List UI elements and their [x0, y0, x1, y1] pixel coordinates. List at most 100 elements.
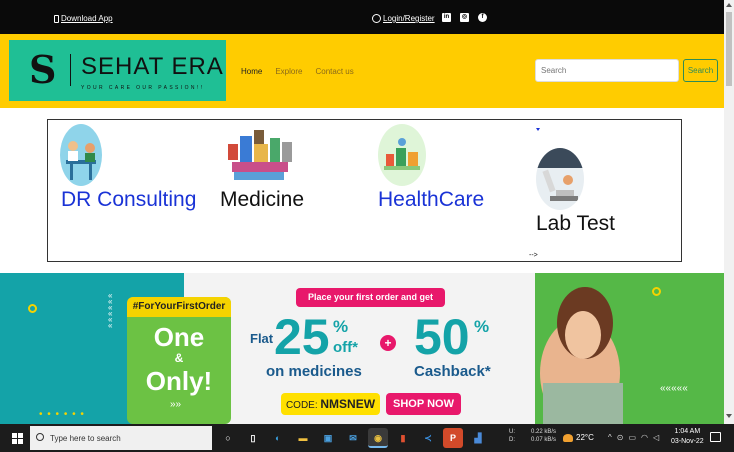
wifi-icon[interactable]: ◠ — [641, 433, 648, 442]
microscope-icon[interactable] — [536, 148, 584, 210]
network-speeds: 0.22 kB/s 0.07 kB/s — [531, 428, 556, 444]
scroll-up-arrow-icon[interactable] — [726, 3, 732, 7]
brand-tagline: YOUR CARE OUR PASSION!! — [81, 85, 205, 91]
doctor-consulting-icon[interactable] — [60, 124, 102, 186]
login-register-link[interactable]: Login/Register — [372, 14, 435, 23]
upload-label: U: — [509, 429, 515, 435]
promo-banner[interactable]: «««««« • • • • • • ««««« #ForYourFirstOr… — [0, 273, 724, 424]
taskbar-search[interactable]: Type here to search — [30, 426, 212, 450]
place-order-badge: Place your first order and get — [296, 288, 445, 307]
ring-decoration-icon — [652, 287, 661, 296]
photos-icon[interactable]: ▟ — [468, 428, 488, 448]
cashback-50: 50 — [414, 309, 470, 365]
services-panel: DR Consulting Medicine HealthCare Lab Te… — [47, 119, 682, 262]
windows-start-icon[interactable] — [12, 433, 23, 444]
chevron-right-icon: »» — [170, 399, 182, 410]
mail-icon[interactable]: ✉ — [343, 428, 363, 448]
nav-contact-us[interactable]: Contact us — [315, 67, 353, 76]
search-input[interactable] — [535, 59, 679, 82]
upload-speed: 0.22 kB/s — [531, 429, 557, 435]
chrome-icon[interactable]: ◉ — [368, 428, 388, 448]
chevron-up-icon[interactable]: ^ — [608, 433, 612, 442]
percent-sign: % — [333, 317, 349, 336]
dots-decoration-icon: • • • • • • — [39, 409, 85, 420]
temperature: 22°C — [576, 433, 594, 442]
top-bar: Download App Login/Register in ◎ f — [0, 0, 724, 34]
plus-icon: + — [380, 335, 396, 351]
ampersand-text: & — [174, 351, 184, 365]
discount-25: 25 — [274, 309, 330, 365]
brand-name: SEHAT ERA — [81, 53, 224, 80]
logo-monogram: S — [29, 47, 57, 92]
powerpoint-icon[interactable]: P — [443, 428, 463, 448]
service-lab-test[interactable]: Lab Test — [536, 212, 615, 236]
social-links: in ◎ f — [442, 13, 487, 22]
cashback-text: Cashback* — [414, 363, 491, 380]
stray-comment-text: --> — [529, 252, 538, 259]
navbar: S SEHAT ERA YOUR CARE OUR PASSION!! Home… — [0, 34, 724, 108]
off-text: off* — [333, 339, 358, 356]
scroll-down-arrow-icon[interactable] — [726, 414, 732, 418]
only-text: Only! — [145, 366, 213, 396]
download-app-link[interactable]: Download App — [54, 14, 113, 23]
percent-sign: % — [474, 317, 490, 336]
logo-divider — [70, 54, 71, 86]
one-text: One — [153, 322, 205, 352]
windows-taskbar: Type here to search ○ ▯ ◐ ▬ ▣ ✉ ◉ ▮ ≺ P … — [0, 424, 734, 452]
nav-menu: Home Explore Contact us — [241, 67, 354, 76]
clock-time: 1:04 AM — [674, 428, 701, 435]
carousel-indicator-icon — [536, 128, 540, 131]
phone-icon — [54, 14, 59, 23]
service-medicine[interactable]: Medicine — [220, 188, 304, 212]
download-app-label: Download App — [61, 14, 113, 23]
battery-icon[interactable]: ▭ — [628, 433, 636, 442]
nav-home[interactable]: Home — [241, 67, 262, 76]
search-button[interactable]: Search — [683, 59, 718, 82]
pen-icon[interactable]: ⊙ — [617, 433, 624, 442]
cortana-icon[interactable]: ○ — [218, 428, 238, 448]
search-icon — [36, 433, 44, 441]
scroll-thumb[interactable] — [726, 12, 732, 86]
weather-widget[interactable]: 22°C — [563, 433, 594, 442]
taskbar-apps: ○ ▯ ◐ ▬ ▣ ✉ ◉ ▮ ≺ P ▟ — [218, 428, 488, 448]
service-healthcare[interactable]: HealthCare — [378, 188, 484, 212]
instagram-icon[interactable]: ◎ — [460, 13, 469, 22]
nav-explore[interactable]: Explore — [275, 67, 302, 76]
login-register-label: Login/Register — [383, 14, 435, 23]
chevrons-left-icon: ««««« — [660, 383, 688, 394]
weather-icon — [563, 433, 573, 442]
notification-icon[interactable] — [710, 432, 721, 442]
task-view-icon[interactable]: ▯ — [243, 428, 263, 448]
healthcare-icon[interactable] — [378, 124, 426, 186]
flat-text: Flat — [250, 331, 274, 346]
code-label: CODE: — [285, 400, 318, 411]
banner-green-panel — [535, 273, 724, 424]
facebook-icon[interactable]: f — [478, 13, 487, 22]
code-value: NMSNEW — [320, 397, 376, 411]
clock-date: 03-Nov-22 — [671, 438, 704, 445]
service-dr-consulting[interactable]: DR Consulting — [61, 188, 196, 212]
hashtag-label: #ForYourFirstOrder — [127, 297, 231, 317]
medicine-icon[interactable] — [224, 126, 296, 186]
brand-logo[interactable]: S SEHAT ERA YOUR CARE OUR PASSION!! — [9, 40, 226, 101]
edge-icon[interactable]: ◐ — [268, 428, 288, 448]
taskbar-search-placeholder: Type here to search — [50, 434, 121, 443]
office-icon[interactable]: ▮ — [393, 428, 413, 448]
chevron-stack-icon: «««««« — [108, 291, 113, 330]
page-scrollbar[interactable] — [724, 0, 734, 424]
linkedin-icon[interactable]: in — [442, 13, 451, 22]
download-label: D: — [509, 437, 515, 443]
shop-now-button[interactable]: SHOP NOW — [386, 393, 461, 415]
vscode-icon[interactable]: ≺ — [418, 428, 438, 448]
promo-code-badge: CODE: NMSNEW — [281, 393, 380, 415]
system-tray: ^ ⊙ ▭ ◠ ◁ — [608, 433, 659, 442]
download-speed: 0.07 kB/s — [531, 437, 557, 443]
store-icon[interactable]: ▣ — [318, 428, 338, 448]
file-explorer-icon[interactable]: ▬ — [293, 428, 313, 448]
ring-decoration-icon — [28, 304, 37, 313]
network-labels: U: D: — [509, 428, 515, 444]
clock[interactable]: 1:04 AM 03-Nov-22 — [671, 427, 704, 447]
volume-icon[interactable]: ◁ — [653, 433, 659, 442]
on-medicines-text: on medicines — [266, 363, 362, 380]
user-icon — [372, 14, 381, 23]
